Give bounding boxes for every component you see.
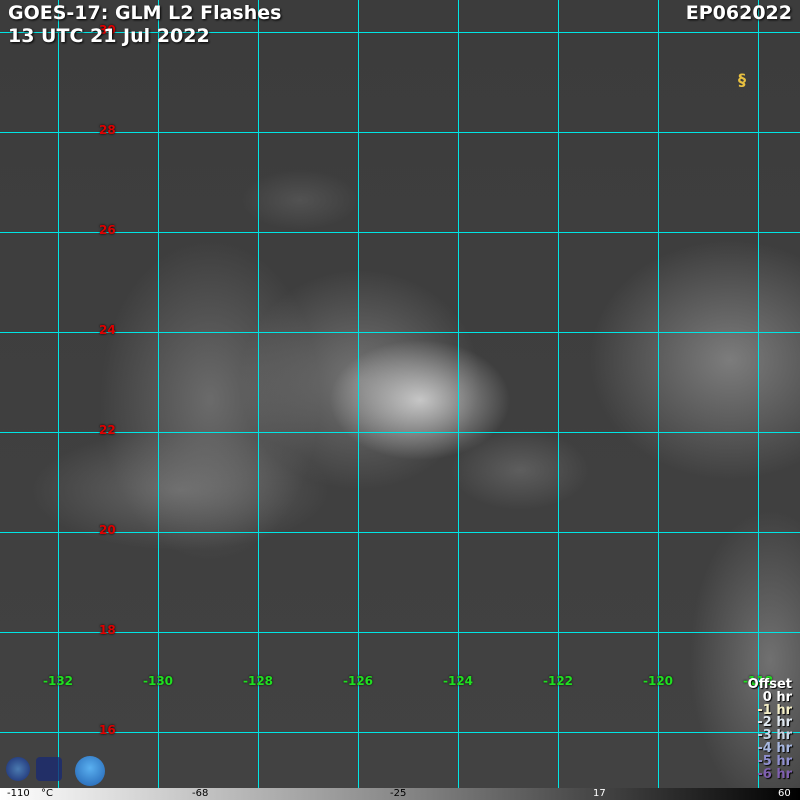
latitude-label: 22 — [99, 423, 116, 437]
legend-item: -6 hr — [757, 766, 792, 782]
longitude-label: -130 — [142, 674, 174, 688]
latitude-label: 20 — [99, 523, 116, 537]
latitude-line — [0, 132, 800, 133]
longitude-label: -132 — [42, 674, 74, 688]
longitude-label: -126 — [342, 674, 374, 688]
colorbar-label: -110 — [7, 788, 30, 799]
latitude-line — [0, 432, 800, 433]
latitude-line — [0, 232, 800, 233]
cira-logo — [6, 757, 30, 781]
colorbar-unit: °C — [41, 788, 53, 799]
latitude-label: 16 — [99, 723, 116, 737]
latitude-label: 24 — [99, 323, 116, 337]
longitude-label: -128 — [242, 674, 274, 688]
longitude-line — [658, 0, 659, 788]
colorbar-label: -25 — [390, 788, 407, 799]
longitude-line — [458, 0, 459, 788]
latitude-line — [0, 532, 800, 533]
latitude-label: 18 — [99, 623, 116, 637]
longitude-label: -120 — [642, 674, 674, 688]
longitude-line — [758, 0, 759, 788]
colorbar-label: 17 — [593, 788, 606, 799]
cira-satellite-icon — [36, 757, 62, 781]
latitude-line — [0, 632, 800, 633]
datetime-label: 13 UTC 21 Jul 2022 — [8, 25, 210, 47]
storm-id: EP062022 — [685, 2, 792, 24]
longitude-line — [58, 0, 59, 788]
colorbar-label: -68 — [192, 788, 209, 799]
latitude-label: 28 — [99, 123, 116, 137]
colorbar-label: 60 — [778, 788, 791, 799]
satellite-image — [0, 0, 800, 788]
longitude-label: -122 — [542, 674, 574, 688]
longitude-line — [258, 0, 259, 788]
longitude-line — [558, 0, 559, 788]
longitude-line — [358, 0, 359, 788]
storm-track-symbol: § — [738, 70, 746, 89]
rammb-logo — [75, 756, 105, 786]
latitude-label: 26 — [99, 223, 116, 237]
offset-legend: Offset 0 hr -1 hr -2 hr -3 hr -4 hr -5 hr -6 h… — [748, 678, 792, 782]
longitude-line — [158, 0, 159, 788]
longitude-label: -124 — [442, 674, 474, 688]
latitude-line — [0, 332, 800, 333]
latitude-line — [0, 732, 800, 733]
product-title: GOES-17: GLM L2 Flashes — [8, 2, 282, 24]
